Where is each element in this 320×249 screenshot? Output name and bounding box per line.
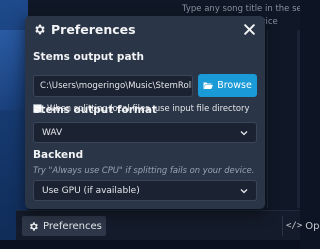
chevron-down-icon [240, 188, 248, 193]
backend-label: Backend [33, 149, 84, 161]
preferences-modal: Preferences Stems output path C:\Users\m… [25, 16, 265, 209]
stems-output-format-select[interactable]: WAV [33, 122, 257, 143]
desktop-background-highlight [0, 30, 28, 110]
modal-header: Preferences [25, 16, 265, 44]
stems-output-path-label: Stems output path [33, 51, 145, 63]
browse-button-label: Browse [217, 80, 252, 91]
gear-icon [29, 221, 38, 231]
stems-output-path-input[interactable]: C:\Users\mogeringo\Music\StemRoller [33, 75, 193, 97]
gear-icon [35, 24, 45, 35]
stems-output-format-value: WAV [42, 127, 63, 138]
backend-select[interactable]: Use GPU (if available) [33, 180, 257, 201]
code-icon: </> [286, 221, 303, 231]
chevron-down-icon [240, 130, 248, 135]
open-source-button[interactable]: </> Op [286, 216, 319, 236]
folder-open-icon [203, 82, 214, 89]
bottom-bar-separator [282, 216, 283, 236]
stems-output-format-title: Stems output format [33, 104, 157, 116]
stems-output-path-value: C:\Users\mogeringo\Music\StemRoller [40, 81, 193, 91]
backend-value: Use GPU (if available) [42, 185, 140, 196]
backend-hint: Try "Always use CPU" if splitting fails … [33, 165, 255, 175]
preferences-button-label: Preferences [43, 220, 102, 232]
background-hint-line-1: Type any song title in the search bar ab… [182, 4, 300, 14]
browse-button[interactable]: Browse [198, 74, 257, 97]
open-source-button-label: Op [305, 220, 320, 232]
close-icon[interactable] [243, 23, 256, 36]
background-scrollbar[interactable] [297, 30, 300, 208]
modal-title: Preferences [51, 22, 136, 37]
background-divider [267, 30, 268, 208]
window-bottom-edge [0, 240, 300, 249]
preferences-button[interactable]: Preferences [22, 216, 106, 236]
bottom-bar: Preferences </> Op [16, 210, 319, 240]
